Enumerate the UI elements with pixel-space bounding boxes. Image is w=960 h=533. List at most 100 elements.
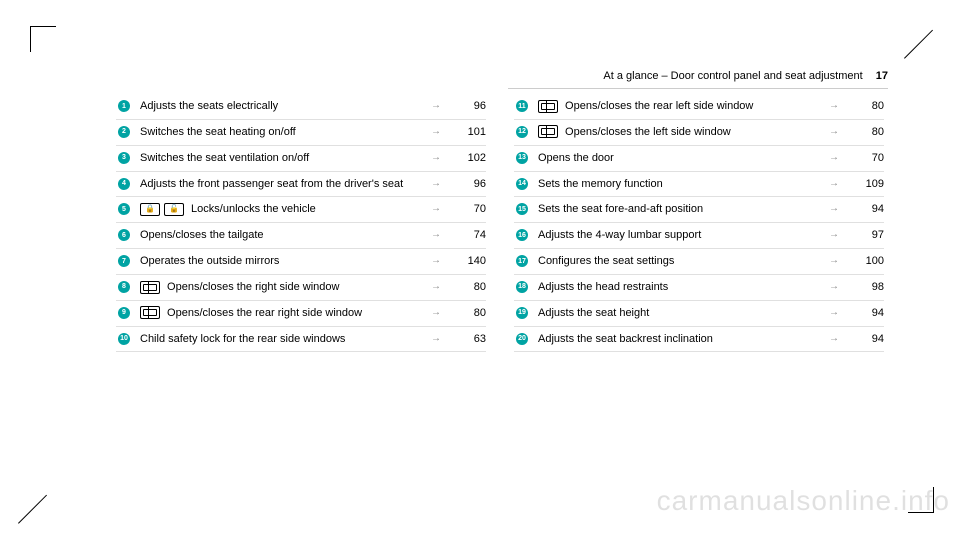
item-text: Opens/closes the left side window — [538, 125, 824, 140]
list-item: 13 Opens the door →70 — [514, 146, 884, 172]
list-item: 17Configures the seat settings→100 — [514, 249, 884, 275]
item-text: Sets the memory function — [538, 177, 824, 192]
item-label: Adjusts the head restraints — [538, 281, 668, 293]
item-label: Opens/closes the rear right side window — [164, 307, 362, 319]
callout-number: 19 — [516, 307, 528, 319]
item-text: Opens/closes the tailgate — [140, 228, 426, 243]
callout-number: 9 — [118, 307, 130, 319]
arrow-icon: → — [824, 151, 844, 165]
item-text: Configures the seat settings — [538, 254, 824, 269]
arrow-icon: → — [426, 228, 446, 242]
header-page-number: 17 — [876, 70, 888, 82]
item-text: Child safety lock for the rear side wind… — [140, 332, 426, 347]
page-ref: 70 — [844, 151, 884, 166]
arrow-icon: → — [426, 177, 446, 191]
item-text: Switches the seat heating on/off — [140, 125, 426, 140]
page-ref: 80 — [446, 280, 486, 295]
callout-marker: 12 — [514, 126, 530, 138]
callout-number: 20 — [516, 333, 528, 345]
window-icon — [140, 281, 160, 294]
item-label: Opens/closes the left side window — [562, 126, 731, 138]
window-icon — [538, 125, 558, 138]
page-ref: 96 — [446, 177, 486, 192]
list-item: 2Switches the seat heating on/off→101 — [116, 120, 486, 146]
page-ref: 96 — [446, 99, 486, 114]
callout-number: 14 — [516, 178, 528, 190]
arrow-icon: → — [824, 254, 844, 268]
page-ref: 74 — [446, 228, 486, 243]
item-label: Adjusts the 4-way lumbar support — [538, 229, 701, 241]
manual-page: At a glance – Door control panel and sea… — [0, 0, 960, 533]
arrow-icon: → — [824, 332, 844, 346]
item-label: Opens/closes the tailgate — [140, 229, 264, 241]
list-item: 3Switches the seat ventilation on/off→10… — [116, 146, 486, 172]
callout-marker: 18 — [514, 281, 530, 293]
item-text: Adjusts the seat height — [538, 306, 824, 321]
list-item: 7Operates the outside mirrors→140 — [116, 249, 486, 275]
arrow-icon: → — [824, 202, 844, 216]
list-item: 6 Opens/closes the tailgate →74 — [116, 223, 486, 249]
content-columns: 1Adjusts the seats electrically→962Switc… — [116, 94, 884, 352]
crop-mark-bl — [18, 483, 58, 523]
item-text: Opens the door — [538, 151, 824, 166]
list-item: 20 Adjusts the seat backrest inclination →… — [514, 327, 884, 353]
item-label: Configures the seat settings — [538, 255, 674, 267]
page-ref: 102 — [446, 151, 486, 166]
header-title: At a glance – Door control panel and sea… — [603, 70, 862, 82]
item-label: Locks/unlocks the vehicle — [188, 203, 316, 215]
callout-number: 12 — [516, 126, 528, 138]
column-left: 1Adjusts the seats electrically→962Switc… — [116, 94, 486, 352]
page-ref: 94 — [844, 306, 884, 321]
arrow-icon: → — [824, 177, 844, 191]
arrow-icon: → — [824, 306, 844, 320]
page-ref: 94 — [844, 332, 884, 347]
item-text: Locks/unlocks the vehicle — [140, 202, 426, 217]
arrow-icon: → — [824, 280, 844, 294]
callout-marker: 11 — [514, 100, 530, 112]
callout-number: 16 — [516, 229, 528, 241]
list-item: 4 Adjusts the front passenger seat from t… — [116, 172, 486, 198]
callout-marker: 14 — [514, 178, 530, 190]
page-ref: 94 — [844, 202, 884, 217]
item-label: Opens/closes the rear left side window — [562, 100, 753, 112]
callout-number: 6 — [118, 229, 130, 241]
callout-number: 17 — [516, 255, 528, 267]
callout-marker: 1 — [116, 100, 132, 112]
callout-marker: 20 — [514, 333, 530, 345]
callout-marker: 10 — [116, 333, 132, 345]
window-icon — [140, 306, 160, 319]
item-label: Switches the seat heating on/off — [140, 126, 296, 138]
page-ref: 97 — [844, 228, 884, 243]
item-text: Adjusts the 4-way lumbar support — [538, 228, 824, 243]
item-label: Adjusts the seat backrest inclination — [538, 333, 713, 345]
page-ref: 80 — [844, 99, 884, 114]
item-label: Child safety lock for the rear side wind… — [140, 333, 345, 345]
arrow-icon: → — [824, 99, 844, 113]
item-label: Operates the outside mirrors — [140, 255, 279, 267]
arrow-icon: → — [426, 99, 446, 113]
item-text: Adjusts the front passenger seat from th… — [140, 177, 426, 192]
callout-marker: 4 — [116, 178, 132, 190]
lock-icon — [140, 203, 160, 216]
item-text: Adjusts the seat backrest inclination — [538, 332, 824, 347]
callout-marker: 9 — [116, 307, 132, 319]
callout-marker: 19 — [514, 307, 530, 319]
list-item: 18Adjusts the head restraints→98 — [514, 275, 884, 301]
arrow-icon: → — [426, 306, 446, 320]
callout-marker: 5 — [116, 203, 132, 215]
item-text: Opens/closes the rear left side window — [538, 99, 824, 114]
callout-marker: 2 — [116, 126, 132, 138]
item-label: Switches the seat ventilation on/off — [140, 152, 309, 164]
callout-number: 18 — [516, 281, 528, 293]
list-item: 10 Child safety lock for the rear side wi… — [116, 327, 486, 353]
column-right: 11 Opens/closes the rear left side windo… — [514, 94, 884, 352]
callout-marker: 13 — [514, 152, 530, 164]
watermark: carmanualsonline.info — [657, 485, 950, 517]
page-ref: 80 — [446, 306, 486, 321]
item-label: Opens/closes the right side window — [164, 281, 339, 293]
callout-number: 5 — [118, 203, 130, 215]
running-header: At a glance – Door control panel and sea… — [603, 70, 888, 82]
item-text: Switches the seat ventilation on/off — [140, 151, 426, 166]
list-item: 16Adjusts the 4-way lumbar support→97 — [514, 223, 884, 249]
item-label: Opens the door — [538, 152, 614, 164]
